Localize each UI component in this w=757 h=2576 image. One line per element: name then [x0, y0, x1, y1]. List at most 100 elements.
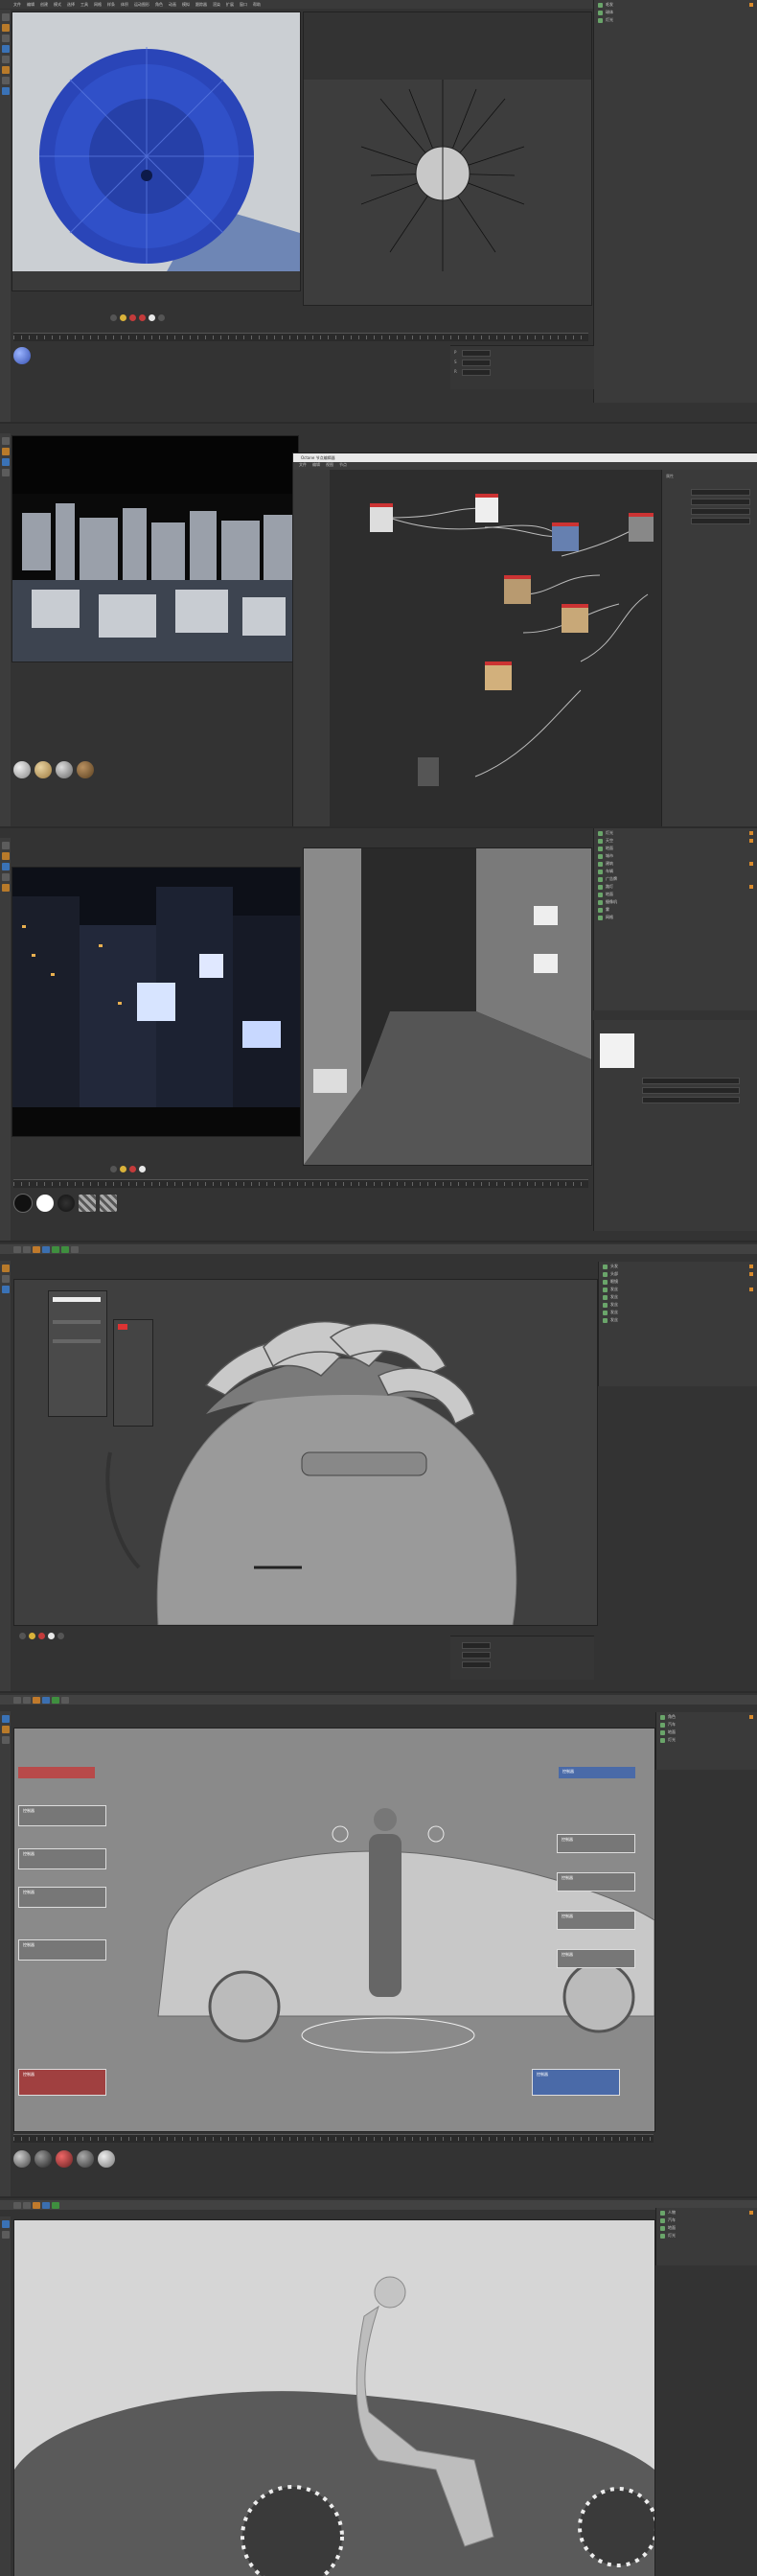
snap-icon[interactable] [1, 87, 10, 95]
control-panel[interactable]: 控制器 [18, 1887, 106, 1908]
object-row[interactable]: 地面 [598, 846, 753, 851]
render-view[interactable] [11, 12, 301, 291]
object-row[interactable]: 毛发 [598, 2, 753, 8]
material-swatch[interactable] [77, 2150, 94, 2168]
menu-item[interactable] [53, 1339, 101, 1343]
control-panel[interactable]: 控制器 [18, 1848, 106, 1869]
render-view[interactable] [11, 435, 299, 662]
edges-mode-icon[interactable] [1, 56, 10, 63]
menu-help[interactable]: 帮助 [253, 2, 261, 8]
control-panel[interactable]: 控制器 [18, 1939, 106, 1961]
frame-forward-button[interactable] [158, 313, 165, 321]
object-row[interactable]: 广告牌 [598, 876, 753, 882]
object-row[interactable]: 发丝 [603, 1302, 753, 1308]
undo-icon[interactable] [13, 2201, 21, 2209]
control-panel[interactable]: 控制器 [559, 1767, 635, 1778]
position-field[interactable] [462, 1642, 491, 1649]
material-swatch[interactable] [34, 761, 52, 778]
menu-create[interactable]: 创建 [40, 2, 48, 8]
property-field[interactable] [691, 489, 750, 496]
select-icon[interactable] [33, 1245, 40, 1253]
frame-back-button[interactable] [110, 1165, 117, 1172]
object-row[interactable]: 地面 [660, 1729, 753, 1735]
menu-edit[interactable]: 编辑 [27, 2, 34, 8]
move-icon[interactable] [42, 2201, 50, 2209]
cube-icon[interactable] [52, 1245, 59, 1253]
record-button[interactable] [129, 1165, 136, 1172]
attribute-field[interactable] [642, 1078, 740, 1084]
keyframe-button[interactable] [120, 313, 126, 321]
attribute-field[interactable] [642, 1087, 740, 1094]
control-panel[interactable] [18, 1767, 95, 1778]
move-tool-icon[interactable] [1, 13, 10, 21]
object-row[interactable]: 发丝 [603, 1294, 753, 1300]
select-icon[interactable] [33, 2201, 40, 2209]
material-swatch[interactable] [79, 1195, 96, 1212]
play-button[interactable] [139, 1165, 146, 1172]
menu-window[interactable]: 窗口 [240, 2, 247, 8]
polygons-mode-icon[interactable] [1, 66, 10, 74]
menu-mode[interactable]: 模式 [54, 2, 61, 8]
object-row[interactable]: 头部 [603, 1271, 753, 1277]
keyframe-button[interactable] [120, 1165, 126, 1172]
model-mode-icon[interactable] [1, 77, 10, 84]
rotate-tool-icon[interactable] [1, 863, 10, 870]
menu-simulate[interactable]: 模拟 [182, 2, 190, 8]
undo-icon[interactable] [13, 1245, 21, 1253]
material-swatch[interactable] [98, 2150, 115, 2168]
menu-extensions[interactable]: 扩展 [226, 2, 234, 8]
position-field[interactable] [462, 350, 491, 357]
scale-tool-icon[interactable] [1, 2231, 10, 2239]
keyframe-button[interactable] [29, 1632, 35, 1639]
rotation-field[interactable] [462, 1661, 491, 1668]
play-button[interactable] [149, 313, 155, 321]
control-panel[interactable]: 控制器 [557, 1949, 635, 1968]
menu-render[interactable]: 渲染 [213, 2, 220, 8]
control-panel[interactable]: 控制器 [557, 1834, 635, 1853]
move-tool-icon[interactable] [1, 437, 10, 445]
control-panel[interactable]: 控制器 [532, 2069, 620, 2096]
menu-tracker[interactable]: 跟踪器 [195, 2, 207, 8]
menu-mesh[interactable]: 网格 [94, 2, 102, 8]
menu-item[interactable] [53, 1320, 101, 1324]
play-button[interactable] [48, 1632, 55, 1639]
property-field[interactable] [691, 499, 750, 505]
undo-icon[interactable] [13, 1696, 21, 1704]
frame-back-button[interactable] [110, 313, 117, 321]
object-row[interactable]: 眼镜 [603, 1279, 753, 1285]
menu-tools[interactable]: 工具 [80, 2, 88, 8]
material-swatch[interactable] [56, 2150, 73, 2168]
scale-tool-icon[interactable] [1, 24, 10, 32]
rotate-tool-icon[interactable] [1, 1286, 10, 1293]
frame-back-button[interactable] [19, 1632, 26, 1639]
points-mode-icon[interactable] [1, 45, 10, 53]
material-swatch[interactable] [13, 761, 31, 778]
menu-spline[interactable]: 样条 [107, 2, 115, 8]
scale-tool-icon[interactable] [1, 852, 10, 860]
cube-icon[interactable] [52, 1696, 59, 1704]
object-row[interactable]: 发丝 [603, 1287, 753, 1292]
menu-animate[interactable]: 动画 [169, 2, 176, 8]
menu-mograph[interactable]: 运动图形 [134, 2, 149, 8]
scale-tool-icon[interactable] [1, 448, 10, 455]
object-row[interactable]: 地面 [598, 892, 753, 897]
object-row[interactable]: 建筑 [598, 861, 753, 867]
material-swatch[interactable] [56, 761, 73, 778]
menu-select[interactable]: 选择 [67, 2, 75, 8]
redo-icon[interactable] [23, 1696, 31, 1704]
object-row[interactable]: 发丝 [603, 1317, 753, 1323]
perspective-viewport[interactable]: 控制器 控制器 控制器 控制器 控制器 控制器 控制器 控制器 控制器 控制器 [13, 1728, 655, 2132]
rotate-tool-icon[interactable] [1, 458, 10, 466]
object-row[interactable]: 发丝 [603, 1310, 753, 1315]
object-row[interactable]: 灯光 [598, 830, 753, 836]
node-editor-window[interactable]: Octane 节点编辑器 文件 编辑 视图 节点 属性 [292, 453, 757, 826]
spline-icon[interactable] [61, 1245, 69, 1253]
object-row[interactable]: 城市 [598, 853, 753, 859]
control-panel[interactable]: 控制器 [18, 1805, 106, 1826]
timeline-5[interactable] [13, 2134, 654, 2143]
object-row[interactable]: 车辆 [598, 869, 753, 874]
scale-field[interactable] [462, 1652, 491, 1659]
move-tool-icon[interactable] [1, 1715, 10, 1723]
perspective-viewport[interactable] [303, 12, 592, 306]
attribute-field[interactable] [642, 1097, 740, 1103]
